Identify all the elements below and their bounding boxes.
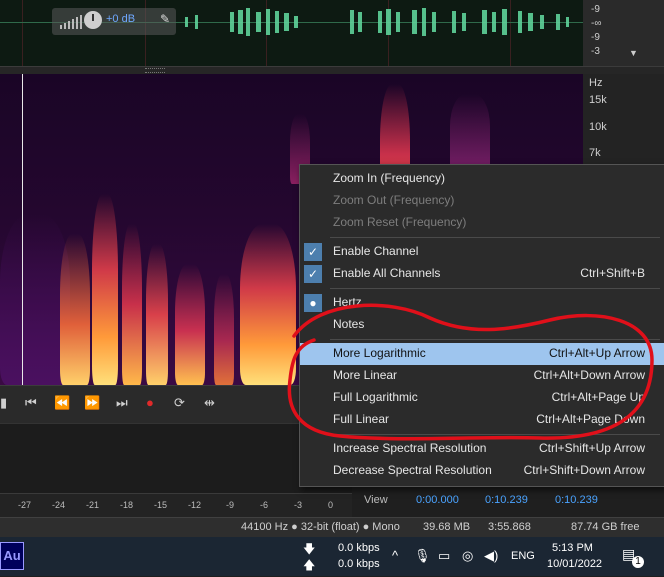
meter-tick: -18 — [120, 500, 134, 510]
meter-tick: -27 — [18, 500, 32, 510]
microphone-icon[interactable]: 🎙 — [414, 548, 431, 564]
menu-separator — [330, 288, 660, 289]
audio-format: 44100 Hz ● 32-bit (float) ● Mono — [241, 521, 400, 533]
spectral-context-menu: Zoom In (Frequency) Zoom Out (Frequency)… — [299, 164, 664, 487]
menu-item-more-linear[interactable]: More Linear Ctrl+Alt+Down Arrow — [300, 365, 664, 387]
volume-label: +0 dB — [106, 13, 136, 25]
db-tick: -9 — [591, 32, 600, 43]
level-meter: -27 -24 -21 -18 -15 -12 -9 -6 -3 0 — [0, 493, 352, 518]
menu-item-label: Hertz — [333, 295, 362, 309]
meter-tick: -9 — [226, 500, 235, 510]
hz-tick: 7k — [589, 147, 601, 159]
db-ruler: -9 -∞ -9 -3 ▼ — [583, 0, 664, 66]
notification-count: 1 — [632, 556, 644, 568]
meter-tick: -6 — [260, 500, 269, 510]
check-icon: ✓ — [304, 265, 322, 283]
upload-arrow-icon: 🡅 — [303, 558, 316, 572]
meter-tick: 0 — [328, 500, 334, 510]
chevron-up-icon[interactable]: ^ — [392, 548, 398, 563]
menu-item-shortcut: Ctrl+Alt+Up Arrow — [548, 346, 645, 360]
hz-tick: 10k — [589, 121, 607, 133]
menu-item-zoom-in[interactable]: Zoom In (Frequency) — [300, 168, 664, 190]
clock-time[interactable]: 5:13 PM — [552, 542, 593, 554]
meter-tick: -21 — [86, 500, 100, 510]
file-duration: 3:55.868 — [488, 521, 531, 533]
menu-item-full-logarithmic[interactable]: Full Logarithmic Ctrl+Alt+Page Up — [300, 387, 664, 409]
menu-item-label: Zoom Reset (Frequency) — [333, 215, 467, 229]
record-icon[interactable]: ● — [146, 395, 154, 410]
view-label: View — [364, 494, 388, 506]
menu-separator — [330, 237, 660, 238]
menu-item-enable-channel[interactable]: ✓ Enable Channel — [300, 241, 664, 263]
download-speed: 0.0 kbps — [338, 542, 380, 554]
skip-selection-icon[interactable]: ⇹ — [204, 395, 215, 411]
menu-item-label: Decrease Spectral Resolution — [333, 463, 492, 477]
menu-item-shortcut: Ctrl+Alt+Down Arrow — [533, 368, 645, 382]
menu-item-more-logarithmic[interactable]: More Logarithmic Ctrl+Alt+Up Arrow — [300, 343, 664, 365]
menu-item-label: Zoom In (Frequency) — [333, 171, 446, 185]
menu-item-label: Notes — [333, 317, 365, 331]
menu-item-label: Enable Channel — [333, 244, 419, 258]
globe-icon[interactable]: ◎ — [462, 548, 473, 564]
hz-unit-label: Hz — [589, 77, 603, 89]
volume-knob-icon[interactable] — [84, 11, 102, 29]
menu-item-hertz[interactable]: ● Hertz — [300, 292, 664, 314]
menu-item-increase-spectral-resolution[interactable]: Increase Spectral Resolution Ctrl+Shift+… — [300, 438, 664, 460]
radio-dot-icon: ● — [304, 294, 322, 312]
menu-item-notes[interactable]: Notes — [300, 314, 664, 336]
menu-item-label: Full Linear — [333, 412, 390, 426]
menu-separator — [330, 434, 660, 435]
chevron-down-icon[interactable]: ▼ — [629, 48, 638, 58]
upload-speed: 0.0 kbps — [338, 558, 380, 570]
menu-item-shortcut: Ctrl+Shift+Down Arrow — [523, 463, 645, 477]
clock-date[interactable]: 10/01/2022 — [547, 558, 602, 570]
meter-tick: -3 — [294, 500, 303, 510]
language-indicator[interactable]: ENG — [511, 550, 535, 562]
free-space: 87.74 GB free — [571, 521, 640, 533]
status-bar: 44100 Hz ● 32-bit (float) ● Mono 39.68 M… — [0, 517, 664, 538]
menu-item-label: Zoom Out (Frequency) — [333, 193, 455, 207]
menu-item-label: Enable All Channels — [333, 266, 441, 280]
menu-item-label: Full Logarithmic — [333, 390, 418, 404]
meter-tick: -24 — [52, 500, 66, 510]
menu-item-shortcut: Ctrl+Shift+Up Arrow — [538, 441, 645, 455]
audition-app-icon[interactable]: Au — [0, 542, 24, 570]
view-duration[interactable]: 0:10.239 — [555, 494, 598, 506]
level-bars-icon — [60, 15, 82, 29]
file-size: 39.68 MB — [423, 521, 471, 533]
meter-tick: -15 — [154, 500, 168, 510]
menu-item-label: Increase Spectral Resolution — [333, 441, 487, 455]
view-end[interactable]: 0:10.239 — [485, 494, 528, 506]
menu-item-zoom-out[interactable]: Zoom Out (Frequency) — [300, 190, 664, 212]
resize-grip-icon[interactable] — [145, 68, 165, 73]
loop-icon[interactable]: ⟳ — [174, 395, 185, 411]
stop-icon[interactable]: ▮ — [0, 395, 7, 411]
speaker-icon[interactable]: ◀) — [484, 548, 498, 564]
menu-separator — [330, 339, 660, 340]
db-tick: -∞ — [591, 18, 602, 29]
playhead[interactable] — [22, 74, 23, 385]
hz-tick: 15k — [589, 94, 607, 106]
go-to-end-icon[interactable]: ⏭ — [116, 395, 128, 411]
menu-item-label: More Linear — [333, 368, 398, 382]
meter-tick: -12 — [188, 500, 202, 510]
menu-item-shortcut: Ctrl+Alt+Page Up — [551, 390, 645, 404]
menu-item-enable-all-channels[interactable]: ✓ Enable All Channels Ctrl+Shift+B — [300, 263, 664, 285]
menu-item-shortcut: Ctrl+Alt+Page Down — [536, 412, 645, 426]
db-tick: -9 — [591, 4, 600, 15]
fast-forward-icon[interactable]: ⏩ — [84, 395, 100, 411]
battery-icon[interactable]: ▭ — [438, 548, 450, 564]
menu-item-full-linear[interactable]: Full Linear Ctrl+Alt+Page Down — [300, 409, 664, 431]
menu-item-shortcut: Ctrl+Shift+B — [580, 266, 645, 280]
menu-item-zoom-reset[interactable]: Zoom Reset (Frequency) — [300, 212, 664, 234]
go-to-start-icon[interactable]: ⏮ — [25, 395, 37, 411]
menu-item-decrease-spectral-resolution[interactable]: Decrease Spectral Resolution Ctrl+Shift+… — [300, 460, 664, 482]
check-icon: ✓ — [304, 243, 322, 261]
pin-icon[interactable]: ✎ — [160, 12, 170, 26]
menu-item-label: More Logarithmic — [333, 346, 426, 360]
rewind-icon[interactable]: ⏪ — [54, 395, 70, 411]
frequency-ruler[interactable]: Hz 15k 10k 7k — [583, 74, 664, 164]
db-tick: -3 — [591, 46, 600, 57]
view-start[interactable]: 0:00.000 — [416, 494, 459, 506]
